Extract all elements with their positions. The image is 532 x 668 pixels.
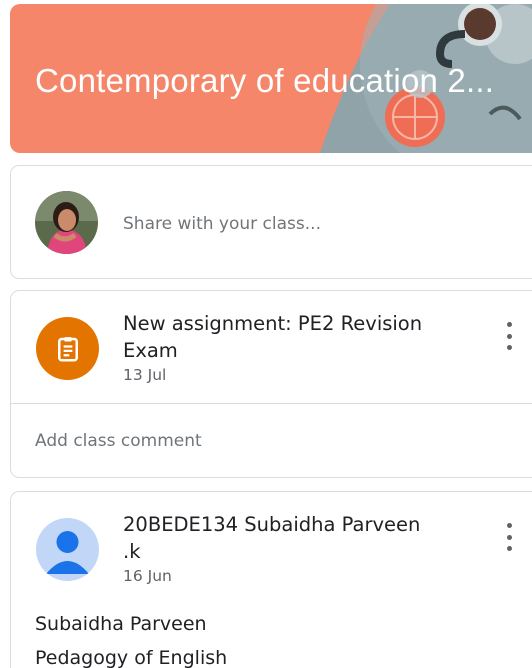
assignment-icon [36,317,99,380]
post-body: Subaidha Parveen Pedagogy of English [35,607,227,668]
more-options-icon[interactable] [504,322,514,350]
assignment-date: 13 Jul [123,366,167,384]
post-card[interactable]: 20BEDE134 Subaidha Parveen .k 16 Jun Sub… [10,491,532,668]
post-author: 20BEDE134 Subaidha Parveen .k [123,513,421,563]
post-date: 16 Jun [123,567,172,585]
class-banner[interactable]: Contemporary of education 2... [10,4,532,153]
post-body-line: Pedagogy of English [35,647,228,668]
divider [11,403,532,404]
assignment-card[interactable]: New assignment: PE2 Revision Exam 13 Jul… [10,290,532,478]
add-class-comment-input[interactable]: Add class comment [35,431,202,451]
share-card[interactable]: Share with your class... [10,165,532,279]
user-avatar [35,191,98,254]
post-body-line: Subaidha Parveen [35,613,207,635]
share-input[interactable]: Share with your class... [123,214,321,234]
more-options-icon[interactable] [504,523,514,551]
assignment-title[interactable]: New assignment: PE2 Revision Exam [123,310,463,364]
class-title: Contemporary of education 2... [35,62,495,99]
person-icon [36,518,99,581]
